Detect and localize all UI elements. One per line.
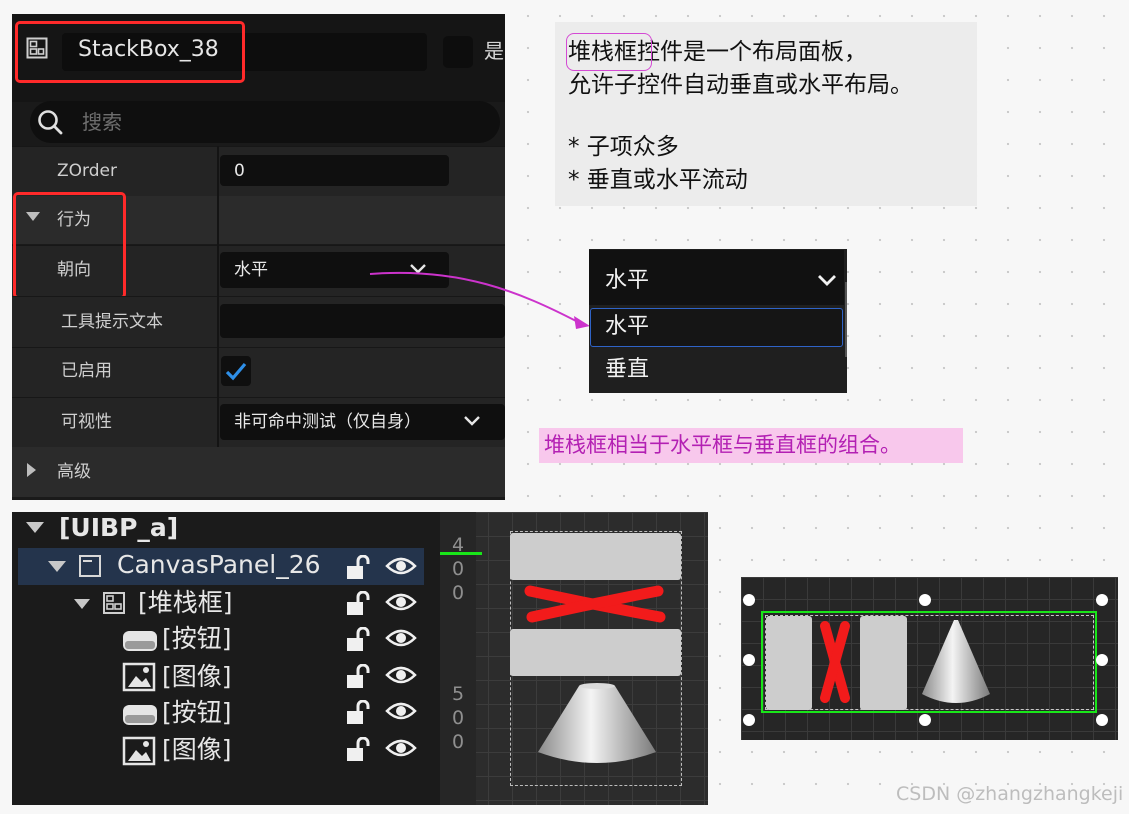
image-icon [122,736,156,766]
hierarchy-item-button-1[interactable]: [按钮] [162,622,232,656]
tooltip-label: 工具提示文本 [61,312,163,332]
info-line-1-rest: 控件是一个布局面板， [637,39,867,65]
info-bullet-2: * 垂直或水平流动 [568,167,748,193]
zorder-field[interactable] [220,155,449,186]
note-text: 堆栈框相当于水平框与垂直框的组合。 [544,433,901,457]
eye-icon[interactable] [385,736,417,760]
ruler-label: 4 [452,534,465,556]
ruler-label: 0 [452,558,465,580]
checkmark-icon [225,362,247,381]
resize-handle[interactable] [743,654,755,666]
ruler-label: 5 [452,683,465,705]
hierarchy-root[interactable]: [UIBP_a] [59,511,178,545]
image-icon [122,662,156,692]
dropdown-option-horizontal-label: 水平 [605,314,650,339]
behavior-red-highlight [13,192,126,299]
hierarchy-item-image-1[interactable]: [图像] [162,660,232,694]
preview-h-button-1 [766,616,812,710]
dropdown-scrollbar[interactable] [845,282,847,357]
cone-image [922,620,990,703]
lock-open-icon[interactable] [346,591,374,617]
visibility-label: 可视性 [61,412,112,432]
column-divider [217,146,219,447]
is-variable-checkbox[interactable] [443,36,473,68]
resize-handle[interactable] [743,594,755,606]
hierarchy-item-stackbox[interactable]: [堆栈框] [138,586,233,620]
lock-open-icon[interactable] [346,700,374,726]
dropdown-option-vertical-label: 垂直 [605,357,650,382]
zorder-value: 0 [234,161,245,181]
resize-handle[interactable] [919,714,931,726]
button-icon [123,705,157,725]
button-icon [123,631,157,651]
chevron-down-icon [818,275,836,286]
info-bullet-1: * 子项众多 [568,134,679,160]
chevron-right-icon [27,463,36,477]
lock-open-icon[interactable] [346,664,374,690]
stack-box-icon [103,592,125,614]
ruler-label: 0 [452,707,465,729]
resize-handle[interactable] [743,714,755,726]
eye-icon[interactable] [385,590,417,614]
visibility-value: 非可命中测试（仅自身） [234,412,421,432]
resize-handle[interactable] [1096,714,1108,726]
red-x-image [820,621,850,703]
chevron-down-icon [48,561,66,572]
ruler-label: 0 [452,731,465,753]
cone-image [538,683,656,763]
info-purple-highlight [566,33,652,71]
ruler-label: 0 [452,582,465,604]
preview-button-2 [510,629,681,676]
eye-icon[interactable] [385,699,417,723]
lock-open-icon[interactable] [346,555,374,581]
lock-open-icon[interactable] [346,627,374,653]
canvas-panel-icon [79,555,101,577]
hierarchy-item-canvaspanel: CanvasPanel_26 [117,550,321,579]
eye-icon[interactable] [385,663,417,687]
preview-h-button-2 [860,616,907,710]
red-x-image [524,585,666,623]
hierarchy-item-button-2[interactable]: [按钮] [162,696,232,730]
lock-open-icon[interactable] [346,737,374,763]
eye-icon[interactable] [385,626,417,650]
advanced-section-label: 高级 [57,462,91,482]
chevron-down-icon [464,416,480,426]
is-variable-label: 是 [484,39,504,63]
watermark: CSDN @zhangzhangkeji [896,783,1124,805]
search-icon [38,110,63,135]
zorder-label: ZOrder [57,161,117,181]
arrow-icon [369,271,590,329]
preview-button-1 [510,533,681,580]
orientation-value: 水平 [234,260,268,280]
eye-icon[interactable] [385,554,417,578]
dropdown-selected: 水平 [605,268,650,293]
resize-handle[interactable] [1096,654,1108,666]
chevron-down-icon [74,599,90,609]
info-line-2: 允许子控件自动垂直或水平布局。 [568,72,913,98]
resize-handle[interactable] [1096,594,1108,606]
resize-handle[interactable] [919,594,931,606]
chevron-down-icon [26,522,44,533]
enabled-label: 已启用 [61,361,112,381]
search-placeholder: 搜索 [82,110,122,134]
hierarchy-item-image-2[interactable]: [图像] [162,733,232,767]
name-red-highlight [15,21,245,83]
